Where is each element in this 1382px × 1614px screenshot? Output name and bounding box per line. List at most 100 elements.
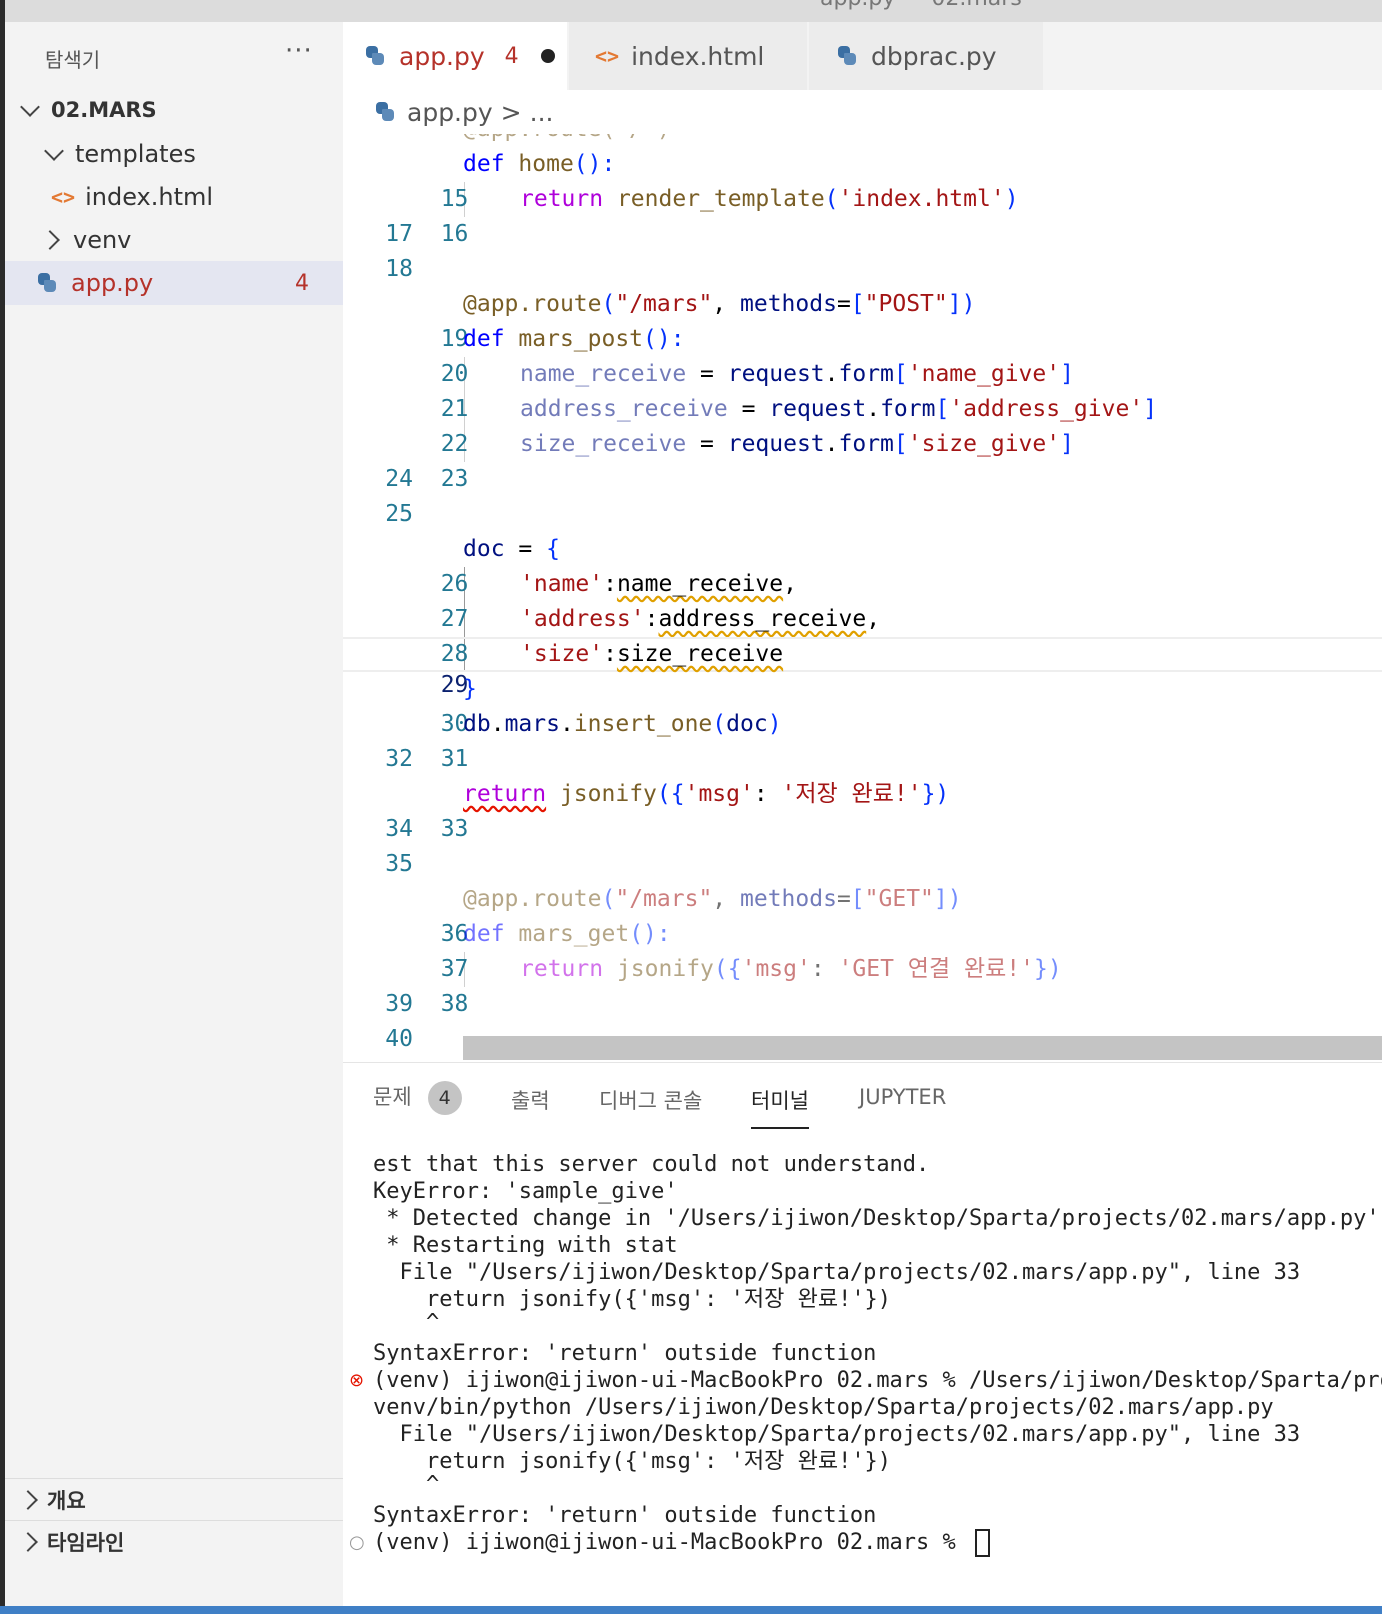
tab-problems-label: 문제 [373,1085,412,1109]
bottom-panel: 문제 4 출력 디버그 콘솔 터미널 JUPYTER est that this … [343,1062,1382,1607]
terminal-line: * Restarting with stat [373,1233,678,1258]
command-error-icon[interactable]: ⊗ [349,1367,364,1394]
python-file-icon [37,273,57,293]
timeline-section-header[interactable]: 타임라인 [5,1520,343,1563]
code-content: @app.route('/') [463,134,671,147]
line-number: 18 [385,256,413,282]
terminal-line: (venv) ijiwon@ijiwon-ui-MacBookPro 02.ma… [373,1368,1382,1393]
terminal-line: ^ [373,1472,440,1497]
code-line: 18 [343,252,1382,287]
code-line: 23 size_receive = request.form['size_giv… [343,427,1382,492]
tab-app-py[interactable]: app.py 4 [343,22,567,90]
tree-item-app-py[interactable]: app.py 4 [5,261,343,305]
code-line-current: 29 'size':size_receive [343,637,1382,698]
code-line: 22 address_receive = request.form['addre… [343,392,1382,457]
line-number: 32 [385,746,413,772]
code-line: 35 [343,847,1382,882]
tab-label: index.html [631,41,765,71]
tree-item-label: venv [73,226,132,254]
tree-item-templates[interactable]: templates [5,132,343,176]
code-line: 17 [343,217,1382,252]
python-file-icon [375,102,395,122]
terminal-line: return jsonify({'msg': '저장 완료!'}) [373,1449,892,1474]
terminal-line: * Detected change in '/Users/ijiwon/Desk… [386,1206,1382,1231]
code-content: } [463,676,477,702]
tab-debug-console[interactable]: 디버그 콘솔 [599,1085,702,1115]
code-line: 27 'name':name_receive, [343,567,1382,632]
code-line: 26 doc = { [343,532,1382,597]
chevron-right-icon [40,230,60,250]
terminal-line: File "/Users/ijiwon/Desktop/Sparta/proje… [373,1260,1301,1285]
terminal-line: ^ [373,1310,440,1335]
code-line: 16 return render_template('index.html') [343,182,1382,247]
explorer-sidebar: 탐색기 ··· 02.MARS templates <> index.html … [5,22,343,1606]
tree-item-label: app.py [71,269,154,297]
code-content: def mars_post(): [463,326,685,352]
terminal-line: KeyError: 'sample_give' [373,1179,678,1204]
terminal-line: est that this server could not understan… [373,1152,930,1177]
tab-problem-badge: 4 [504,43,519,69]
code-line: 34 [343,812,1382,847]
tree-item-label: templates [75,140,196,168]
tab-jupyter[interactable]: JUPYTER [859,1085,946,1109]
code-line: 21 name_receive = request.form['name_giv… [343,357,1382,422]
editor-tab-bar: app.py 4 <> index.html dbprac.py [343,22,1382,90]
code-line: 37 def mars_get(): [343,917,1382,982]
html-file-icon: <> [595,44,620,68]
tab-dbprac-py[interactable]: dbprac.py [809,22,1043,90]
breadcrumb: app.py > ... [343,90,1382,134]
python-file-icon [365,46,385,66]
more-actions-icon[interactable]: ··· [285,36,313,66]
code-line: 32 [343,742,1382,777]
terminal-cursor [975,1529,991,1557]
line-number: 17 [385,221,413,247]
code-line: 31 db.mars.insert_one(doc) [343,707,1382,772]
code-line: 38 return jsonify({'msg': 'GET 연결 완료!'}) [343,952,1382,1017]
breadcrumb-file[interactable]: app.py [407,98,493,127]
code-content: return jsonify({'msg': '저장 완료!'}) [463,781,950,807]
code-line: 30 } [343,672,1382,737]
outline-section-header[interactable]: 개요 [5,1478,343,1521]
line-number: 39 [385,991,413,1017]
code-editor[interactable]: @app.route('/') 15 def home(): 16 return… [343,134,1382,1062]
root-folder-label: 02.MARS [51,98,157,122]
title-bar: app.py — 02.mars [0,0,1382,22]
terminal-line: File "/Users/ijiwon/Desktop/Sparta/proje… [373,1422,1301,1447]
html-file-icon: <> [51,185,76,209]
tree-root-folder[interactable]: 02.MARS [5,88,343,132]
code-content: doc = { [463,536,560,562]
code-content: def home(): [463,151,616,177]
timeline-label: 타임라인 [47,1531,125,1555]
outline-label: 개요 [47,1489,86,1513]
breadcrumb-symbols[interactable]: ... [530,98,554,127]
code-line: 15 def home(): [343,147,1382,212]
window-title: app.py — 02.mars [820,0,1022,11]
code-line: 39 [343,987,1382,1022]
line-number: 24 [385,466,413,492]
horizontal-scrollbar[interactable] [463,1036,1382,1060]
breadcrumb-separator: > [500,97,522,127]
tab-terminal[interactable]: 터미널 [751,1085,809,1129]
code-line: @app.route('/') [343,134,1382,147]
line-number: 34 [385,816,413,842]
unsaved-dot-icon[interactable] [540,49,555,63]
python-file-icon [837,46,857,66]
tree-item-venv[interactable]: venv [5,218,343,262]
line-number: 40 [385,1026,413,1052]
code-content: name_receive = request.form['name_give'] [520,361,1074,387]
tab-problems[interactable]: 문제 4 [373,1081,462,1115]
chevron-down-icon [20,97,40,117]
terminal-line: SyntaxError: 'return' outside function [373,1503,877,1528]
code-content: return render_template('index.html') [520,186,1019,212]
tree-item-label: index.html [85,183,214,211]
explorer-title: 탐색기 [45,48,101,72]
terminal-line: SyntaxError: 'return' outside function [373,1341,877,1366]
status-bar [0,1606,1382,1614]
code-content: size_receive = request.form['size_give'] [520,431,1074,457]
tree-item-index-html[interactable]: <> index.html [5,175,343,219]
tab-index-html[interactable]: <> index.html [569,22,807,90]
tab-output[interactable]: 출력 [511,1085,550,1115]
terminal-prompt[interactable]: (venv) ijiwon@ijiwon-ui-MacBookPro 02.ma… [373,1529,991,1557]
problems-count-badge: 4 [427,1081,462,1115]
command-status-icon[interactable]: ○ [349,1529,365,1556]
